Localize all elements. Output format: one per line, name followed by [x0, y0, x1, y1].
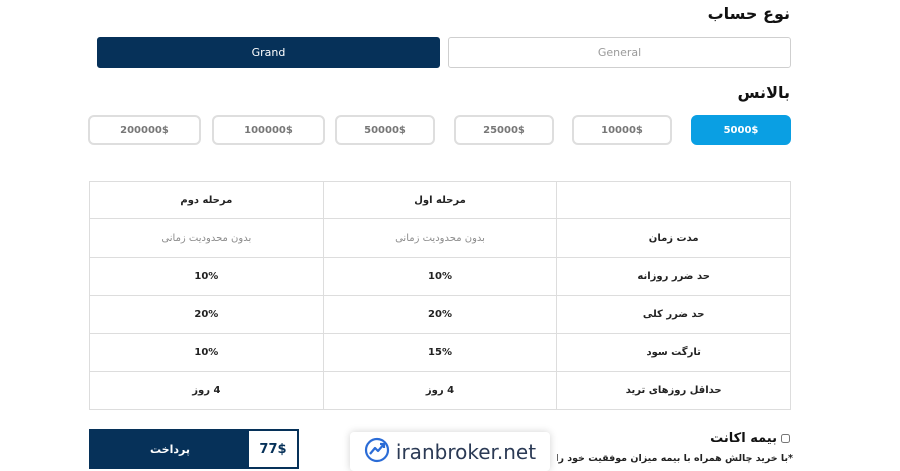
phase2-value: بدون محدودیت زمانی	[89, 218, 324, 258]
balance-100000-button[interactable]: 100000$	[212, 115, 325, 145]
phase1-value: 4 روز	[322, 371, 558, 410]
chart-trend-icon	[364, 437, 390, 467]
balance-200000-button[interactable]: 200000$	[88, 115, 201, 145]
account-type-title: نوع حساب	[707, 4, 790, 23]
table-header-phase2: مرحله دوم	[89, 181, 324, 219]
phase1-value: 15%	[322, 333, 558, 372]
price-display: 77$	[249, 431, 297, 467]
insurance-label: بیمه اکانت	[710, 431, 777, 446]
insurance-option[interactable]: بیمه اکانت	[710, 431, 790, 446]
account-type-general-button[interactable]: General	[448, 37, 791, 68]
row-label: مدت زمان	[556, 218, 791, 258]
insurance-note: *با خرید چالش همراه با بیمه میزان موفقیت…	[557, 453, 793, 464]
row-label: حداقل روزهای ترید	[556, 371, 791, 410]
plan-rules-table: مرحله اول مرحله دوم مدت زمان بدون محدودی…	[89, 181, 791, 410]
phase2-value: 10%	[89, 333, 324, 372]
balance-title: بالانس	[737, 83, 790, 102]
table-row: مدت زمان بدون محدودیت زمانی بدون محدودیت…	[89, 218, 791, 258]
table-header-empty	[556, 181, 791, 219]
watermark-badge: iranbroker.net	[350, 432, 550, 471]
phase1-value: بدون محدودیت زمانی	[322, 218, 558, 258]
balance-5000-button[interactable]: 5000$	[691, 115, 791, 145]
row-label: حد ضرر روزانه	[556, 257, 791, 296]
pay-button[interactable]: پرداخت	[91, 431, 249, 467]
account-type-grand-button[interactable]: Grand	[97, 37, 440, 68]
insurance-checkbox[interactable]	[781, 434, 790, 443]
table-row: حداقل روزهای ترید 4 روز 4 روز	[89, 371, 791, 410]
phase1-value: 10%	[322, 257, 558, 296]
row-label: حد ضرر کلی	[556, 295, 791, 334]
table-row: حد ضرر کلی 20% 20%	[89, 295, 791, 334]
table-row: حد ضرر روزانه 10% 10%	[89, 257, 791, 296]
checkout-box: پرداخت 77$	[89, 429, 299, 469]
watermark-text: iranbroker.net	[395, 439, 537, 464]
balance-50000-button[interactable]: 50000$	[335, 115, 435, 145]
table-row: تارگت سود 15% 10%	[89, 333, 791, 372]
row-label: تارگت سود	[556, 333, 791, 372]
table-header-row: مرحله اول مرحله دوم	[89, 181, 791, 219]
balance-10000-button[interactable]: 10000$	[572, 115, 672, 145]
table-header-phase1: مرحله اول	[322, 181, 558, 219]
phase2-value: 10%	[89, 257, 324, 296]
phase1-value: 20%	[322, 295, 558, 334]
phase2-value: 20%	[89, 295, 324, 334]
balance-25000-button[interactable]: 25000$	[454, 115, 554, 145]
phase2-value: 4 روز	[89, 371, 324, 410]
